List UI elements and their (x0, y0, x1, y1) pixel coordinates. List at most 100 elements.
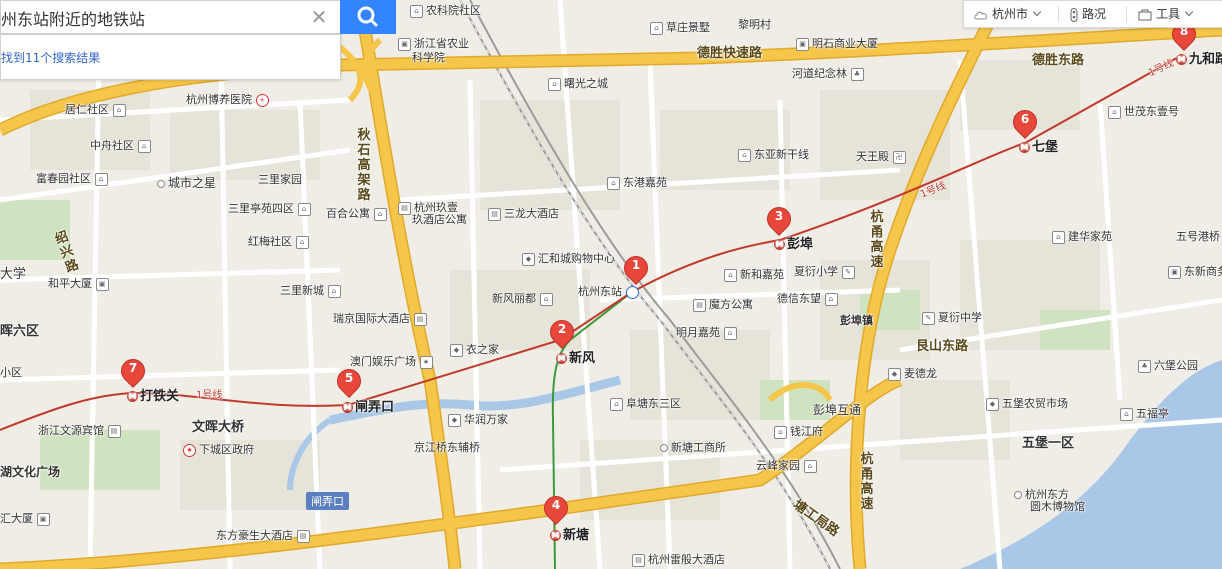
building-icon: ▣ (796, 37, 809, 51)
search-result-panel: 找到11个搜索结果 (0, 34, 341, 80)
community-icon: ⌂ (650, 21, 663, 35)
place-huwenhua: 湖文化广场 (0, 465, 61, 479)
community-icon: ⌂ (112, 103, 126, 117)
clear-search-icon[interactable]: ✕ (303, 5, 335, 29)
community-icon: ⌂ (1120, 407, 1133, 421)
subway-icon: M (342, 402, 353, 413)
place-jingjiang: 京江桥东辅桥 (414, 441, 480, 454)
building-icon: ▣ (1168, 265, 1181, 279)
place-hedao: 河道纪念林 ♣ (792, 67, 867, 81)
place-wubao-market: ◆ 五堡农贸市场 (986, 397, 1068, 411)
search-icon (357, 6, 378, 27)
school-icon: ✎ (922, 311, 935, 325)
place-donggang: ⌂ 东港嘉苑 (607, 176, 667, 190)
result-marker-5[interactable]: 5 (332, 364, 366, 403)
result-marker-6[interactable]: 6 (1008, 105, 1042, 144)
place-wenyuan: 浙江文源宾馆 ▤ (38, 424, 124, 438)
hotel-icon: ▤ (632, 553, 645, 567)
place-hui6: 晖六区 (0, 324, 40, 339)
community-icon: ⌂ (774, 425, 787, 439)
place-sanliting: 三里亭苑四区 ⌂ (228, 202, 314, 216)
place-huarun: ◆ 华润万家 (448, 413, 508, 427)
place-hongmei: 红梅社区 ⌂ (248, 235, 312, 249)
search-input[interactable] (1, 1, 303, 35)
road-label-qiushi-elevated: 秋石高架路 (357, 128, 371, 203)
community-icon: ⌂ (607, 176, 620, 190)
place-leishe: ▤ 杭州雷般大酒店 (632, 553, 725, 567)
place-heping: 和平大厦 ▣ (48, 277, 112, 291)
place-xiacheng: ★ 下城区政府 (183, 443, 254, 457)
place-yunfeng: 云峰家园 ⌂ (756, 459, 820, 473)
building-icon: ▣ (36, 512, 50, 526)
place-xinfeng-lidu: 新风丽都 ⌂ (492, 292, 556, 306)
chevron-down-icon (1184, 7, 1194, 17)
place-hospital: 杭州博养医院 + (186, 93, 272, 107)
map-toolbar: 杭州市 路况 工具 (963, 0, 1222, 28)
result-marker-7[interactable]: 7 (116, 354, 150, 393)
shopping-icon: ◆ (888, 367, 901, 381)
place-dexin: 德信东望 ⌂ (777, 292, 841, 306)
place-wufu: ⌂ 五福亭 (1120, 407, 1169, 421)
community-icon: ⌂ (610, 397, 623, 411)
place-maitelong: ◆ 麦德龙 (888, 367, 937, 381)
search-button[interactable] (340, 0, 396, 34)
place-modong: ▤ 魔方公寓 (693, 298, 753, 312)
community-icon: ⌂ (1052, 230, 1065, 244)
traffic-button[interactable]: 路况 (1070, 1, 1106, 27)
place-pengbuzhen: 彭埠镇 (840, 314, 873, 327)
place-xintang-gongshang: 新塘工商所 (660, 441, 726, 454)
place-daxue: 大学 (0, 267, 27, 282)
place-sanlixin: 三里新城 ⌂ (280, 284, 344, 298)
place-dongxin: ▣东新商务 (1168, 265, 1222, 279)
community-icon: ⌂ (94, 172, 108, 186)
place-huidasha: 汇大厦 ▣ (0, 512, 53, 526)
road-label-hangyong-2: 杭甬高速 (860, 452, 874, 512)
landmark-icon (157, 179, 165, 188)
hotel-icon: ▤ (296, 529, 310, 543)
community-icon: ⌂ (373, 207, 387, 221)
hotel-icon: ▤ (398, 201, 411, 215)
traffic-light-icon (1070, 7, 1078, 22)
place-wuhao: 五号港桥 (1176, 230, 1220, 243)
place-chengshizhixing: 城市之星 (157, 177, 216, 190)
place-huihe: ◆ 汇和城购物中心 (522, 252, 615, 266)
result-marker-3[interactable]: 3 (762, 202, 796, 241)
temple-icon: 卍 (892, 150, 906, 164)
subway-icon: M (550, 530, 561, 541)
place-wenhui-bridge: 文晖大桥 (192, 420, 245, 435)
place-xinhe: ⌂ 新和嘉苑 (724, 268, 784, 282)
park-icon: ♣ (1138, 359, 1151, 373)
place-caozhuang: ⌂ 草庄景墅 (650, 21, 710, 35)
museum-icon (1014, 491, 1022, 499)
shopping-icon: ◆ (522, 252, 535, 266)
school-icon: ✎ (841, 265, 855, 279)
place-sanli: 三里家园 (258, 173, 302, 186)
place-zhongshan: 中舟社区 ⌂ (90, 139, 154, 153)
map-canvas[interactable]: 德胜快速路 德胜东路 秋石高架路 杭甬高速 杭甬高速 艮山东路 塘工局路 绍兴路… (0, 0, 1222, 569)
place-limingcun: 黎明村 (738, 18, 771, 31)
result-marker-2[interactable]: 2 (545, 315, 579, 354)
search-result-count[interactable]: 找到11个搜索结果 (1, 49, 100, 66)
search-box: ✕ (0, 0, 341, 35)
place-wubaoyi: 五堡一区 (1022, 436, 1075, 451)
community-icon: ⌂ (724, 268, 737, 282)
building-icon: ▣ (95, 277, 109, 291)
place-nongyekexue: ▣ 浙江省农业 (398, 37, 469, 51)
place-yizhijia: ◆ 衣之家 (450, 343, 499, 357)
community-icon: ⌂ (539, 292, 553, 306)
subway-icon: M (556, 353, 567, 364)
place-futang: ⌂ 阜塘东三区 (610, 397, 681, 411)
community-icon: ⌂ (295, 235, 309, 249)
place-fuchun: 富春园社区 ⌂ (36, 172, 111, 186)
city-selector[interactable]: 杭州市 (974, 1, 1042, 27)
shopping-icon: ◆ (450, 343, 463, 357)
place-shuguang: ⌂ 曙光之城 (548, 77, 608, 91)
result-marker-4[interactable]: 4 (539, 491, 573, 530)
place-hangzhoudong-label: 杭州东站 (578, 285, 622, 298)
place-xiaxing: 夏衍小学 ✎ (794, 265, 858, 279)
community-icon: ⌂ (1108, 105, 1121, 119)
result-marker-1[interactable]: 1 (619, 251, 653, 290)
place-nongke: ⌂ 农科院社区 (410, 4, 481, 18)
government-icon: ★ (183, 443, 196, 457)
tools-menu[interactable]: 工具 (1138, 1, 1194, 27)
